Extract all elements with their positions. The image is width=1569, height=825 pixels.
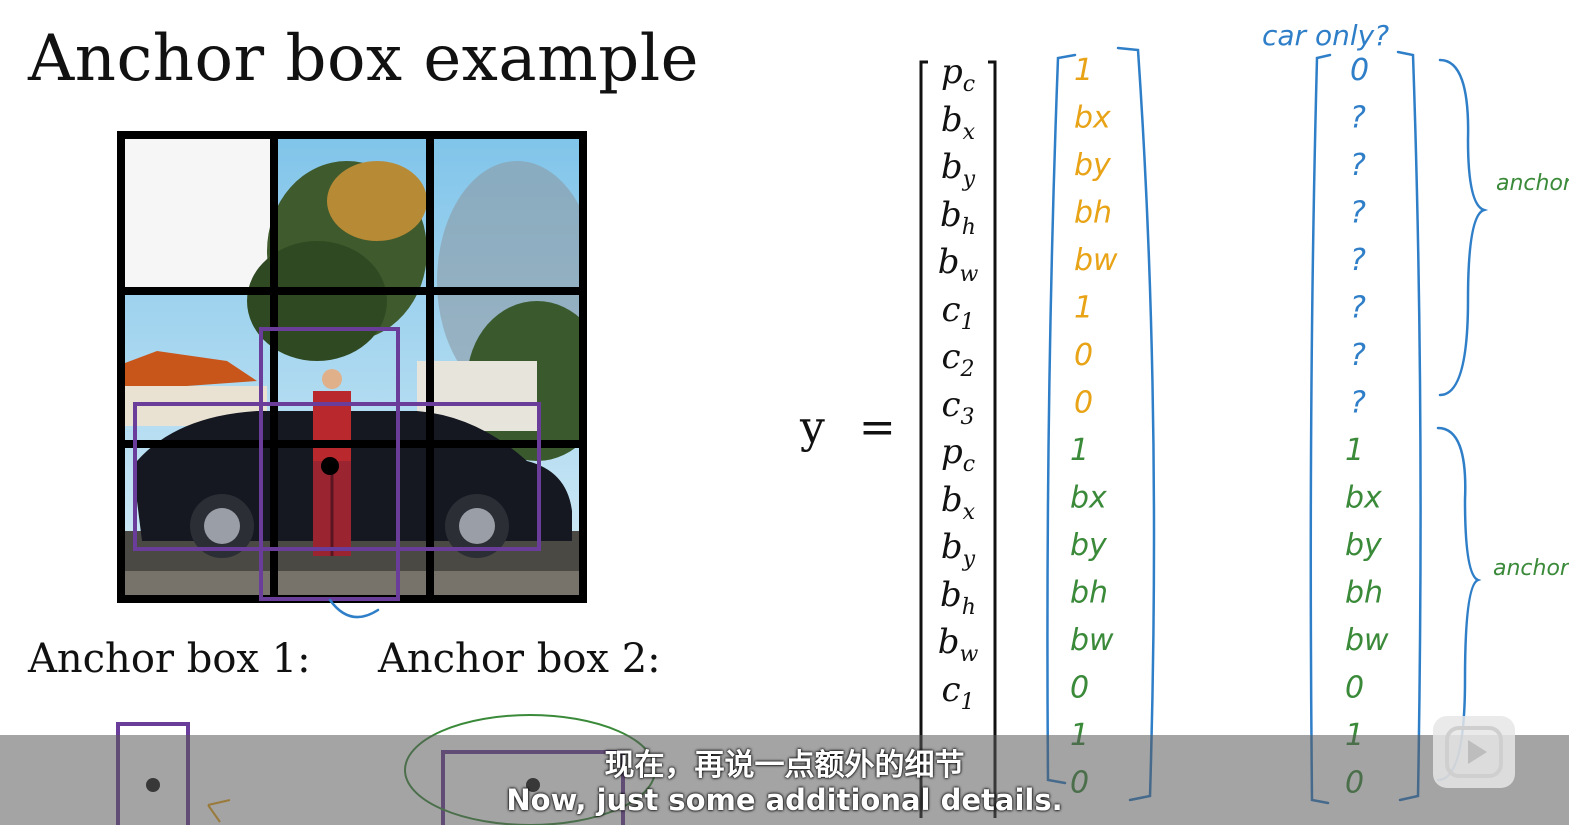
ink-green-value: bh (1345, 576, 1383, 611)
ink-blue-value: ? (1350, 101, 1366, 136)
play-icon (1445, 726, 1503, 778)
ink-orange-value: by (1074, 148, 1112, 183)
ink-orange-value: bh (1074, 196, 1112, 231)
ink-green-value: by (1345, 528, 1383, 563)
ink-blue-value: 0 (1350, 53, 1369, 88)
ink-orange-value: 1 (1074, 291, 1093, 326)
ink-blue-value: ? (1350, 386, 1366, 421)
ink-orange-value: 1 (1074, 53, 1093, 88)
ink-orange-value: bx (1074, 101, 1111, 136)
ink-green-value: bh (1070, 576, 1108, 611)
ink-green-value: bx (1345, 481, 1382, 516)
play-button[interactable] (1433, 716, 1515, 788)
ink-green-value: bw (1070, 623, 1114, 658)
handwritten-annotations: car only? anchor box 1 anchor box 2 1 bx b… (328, 19, 1569, 805)
ink-blue-value: ? (1350, 291, 1366, 326)
ink-blue-value: ? (1350, 338, 1366, 373)
subtitle-chinese: 现在，再说一点额外的细节 (604, 748, 965, 783)
ink-blue-value: ? (1350, 196, 1366, 231)
ink-green-value: 1 (1345, 433, 1364, 468)
ink-orange-value: 0 (1074, 386, 1093, 421)
subtitle-english: Now, just some additional details. (506, 783, 1063, 817)
ink-green-value: 0 (1345, 671, 1364, 706)
ink-green-value: 1 (1070, 433, 1089, 468)
anchor-box-1-brace-label: anchor box 1 (1496, 171, 1569, 196)
ink-blue-value: ? (1350, 148, 1366, 183)
car-only-label: car only? (1262, 19, 1389, 52)
ink-orange-value: bw (1074, 243, 1118, 278)
ink-orange-value: 0 (1074, 338, 1093, 373)
anchor-box-2-brace-label: anchor box 2 (1493, 556, 1569, 581)
ink-green-value: by (1070, 528, 1108, 563)
ink-green-value: bx (1070, 481, 1107, 516)
ink-blue-value: ? (1350, 243, 1366, 278)
ink-green-value: 0 (1070, 671, 1089, 706)
ink-green-value: bw (1345, 623, 1389, 658)
